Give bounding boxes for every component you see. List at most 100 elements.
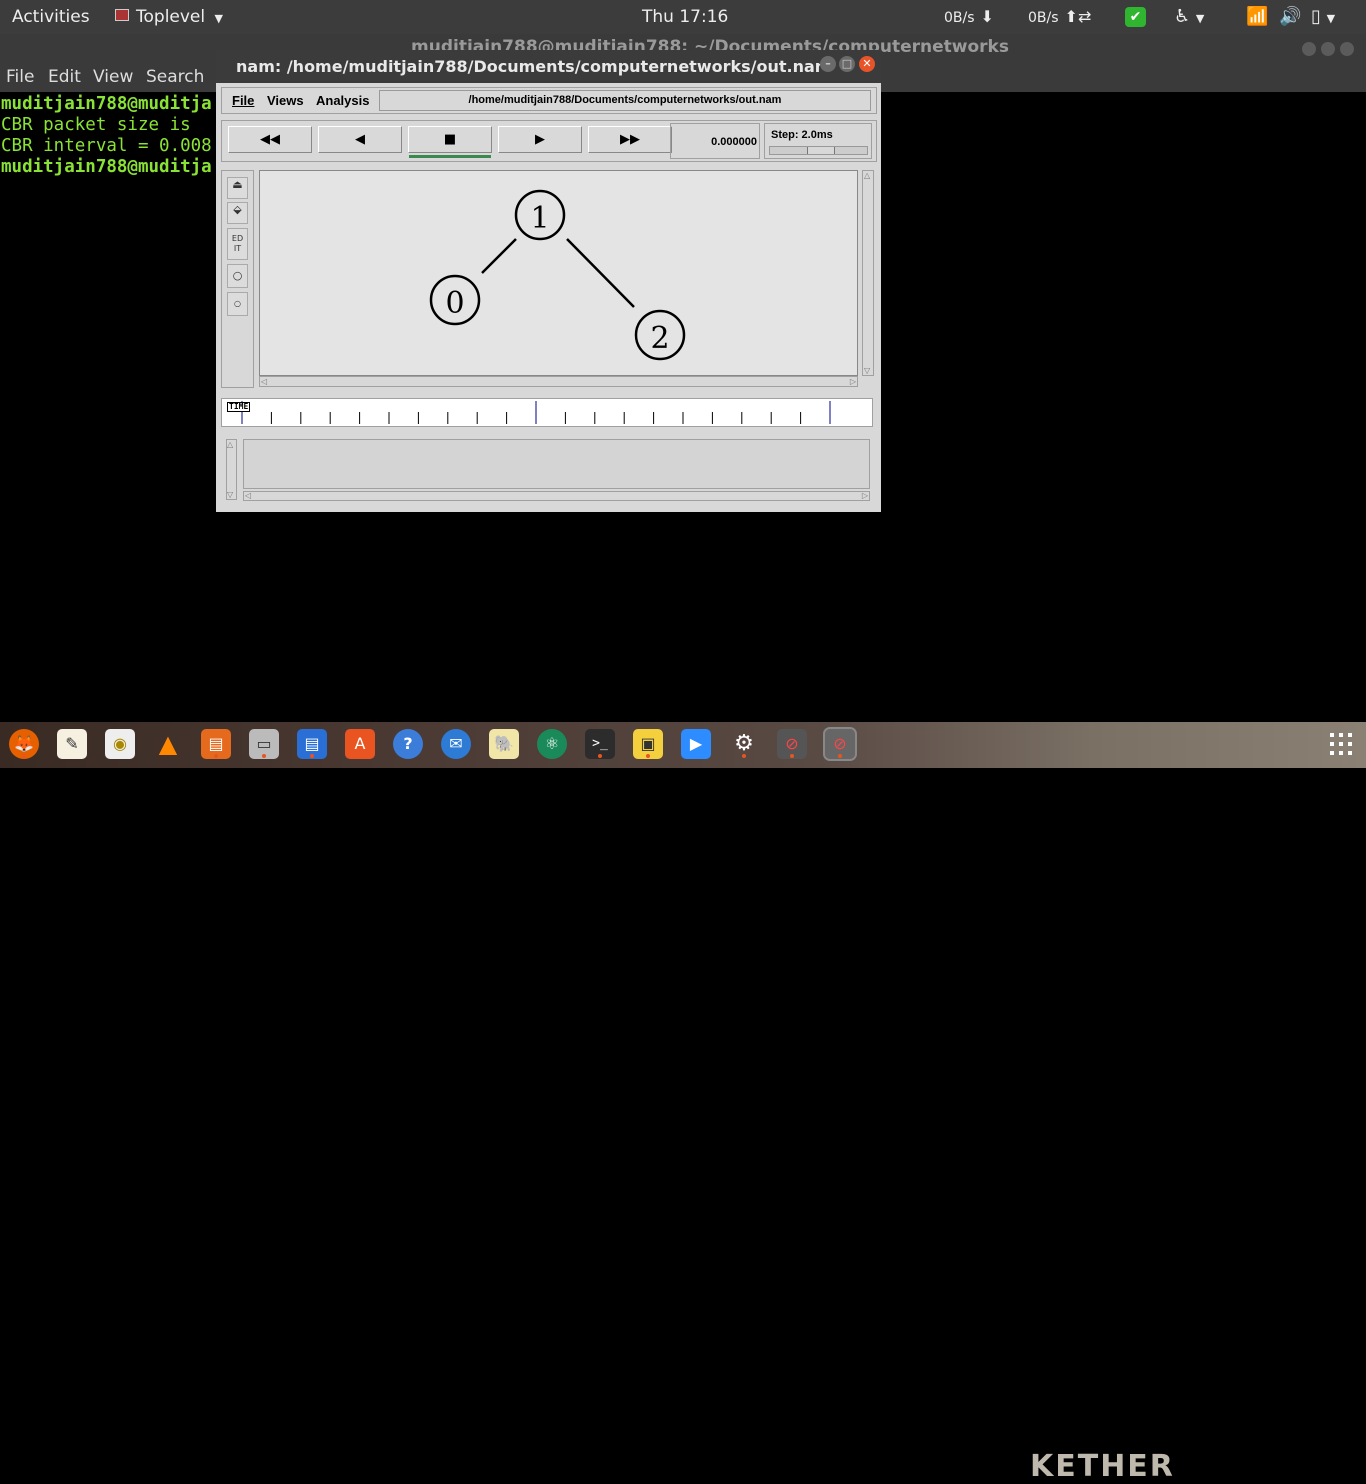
zoom-out-icon[interactable]: ⬙ [227, 202, 248, 224]
edit-button[interactable]: ED IT [227, 228, 248, 260]
timeline-slider[interactable]: TIME [221, 398, 873, 427]
terminal-window-buttons [1297, 41, 1354, 61]
clock[interactable]: Thu 17:16 [642, 0, 728, 34]
scroll-right-icon[interactable]: ▷ [850, 377, 856, 386]
menu-file-label: File [232, 93, 255, 108]
battery-icon[interactable]: ▯ ▼ [1311, 0, 1335, 34]
stop-button[interactable]: ■ [408, 126, 492, 158]
scroll-down-icon[interactable]: ▽ [227, 490, 233, 499]
node-1[interactable]: 1 [514, 189, 566, 241]
nam-title: nam: /home/muditjain788/Documents/comput… [236, 57, 821, 76]
app-menu-label: Toplevel [136, 7, 206, 27]
network-canvas[interactable]: 1 0 2 [259, 170, 858, 376]
scroll-right-icon[interactable]: ▷ [862, 491, 868, 500]
topology-graph: 1 0 2 [429, 189, 686, 361]
step-slider[interactable] [769, 146, 868, 155]
terminal-menu-view[interactable]: View [93, 67, 133, 87]
scroll-left-icon[interactable]: ◁ [261, 377, 267, 386]
net-download-value: 0B/s [944, 10, 975, 26]
terminal-line: CBR interval = 0.008 [1, 136, 212, 156]
file-path-display: /home/muditjain788/Documents/computernet… [379, 90, 871, 111]
atom-icon[interactable]: ⚛ [537, 729, 567, 759]
step-slider-thumb[interactable] [807, 147, 835, 154]
minimize-icon[interactable] [1302, 42, 1316, 56]
vlc-icon[interactable]: ▲ [153, 729, 183, 759]
menu-analysis[interactable]: Analysis [316, 93, 369, 108]
timeline-ticks [241, 401, 831, 424]
update-shield-icon[interactable]: ✔ [1125, 7, 1146, 27]
app-menu[interactable]: Toplevel ▼ [115, 0, 223, 34]
net-upload-value: 0B/s [1028, 10, 1059, 26]
node-2[interactable]: 2 [634, 309, 686, 361]
canvas-horizontal-scrollbar[interactable]: ◁ ▷ [259, 376, 858, 387]
activities-button[interactable]: Activities [12, 0, 90, 34]
image-viewer-icon[interactable]: ▣ [633, 729, 663, 759]
canvas-vertical-scrollbar[interactable]: △ ▽ [862, 170, 874, 376]
nam-window-2-icon[interactable]: ⊘ [823, 727, 857, 761]
scroll-up-icon[interactable]: △ [864, 171, 870, 180]
node-small-icon[interactable]: ○ [227, 292, 248, 316]
text-editor-icon[interactable]: ✎ [57, 729, 87, 759]
menu-views[interactable]: Views [267, 93, 304, 108]
terminal-menu-search[interactable]: Search [146, 67, 204, 87]
menu-analysis-label: Analysis [316, 93, 370, 108]
help-icon[interactable]: ? [393, 729, 423, 759]
node-0[interactable]: 0 [429, 274, 481, 326]
volume-icon[interactable]: 🔊 [1279, 0, 1301, 34]
firefox-icon[interactable]: 🦊 [9, 729, 39, 759]
maximize-icon[interactable]: □ [839, 56, 855, 72]
terminal-menu-edit[interactable]: Edit [48, 67, 81, 87]
scroll-up-icon[interactable]: △ [227, 440, 233, 449]
presentation-icon[interactable]: ▤ [201, 729, 231, 759]
bottom-panel: △ ▽ ◁ ▷ [221, 438, 873, 502]
close-icon[interactable]: ✕ [859, 56, 875, 72]
scroll-down-icon[interactable]: ▽ [864, 366, 870, 375]
node-2-label: 2 [650, 321, 669, 356]
terminal-line: muditjain788@muditja [1, 157, 212, 177]
node-1-label: 1 [530, 201, 549, 236]
maximize-icon[interactable] [1321, 42, 1335, 56]
minimize-icon[interactable]: – [820, 56, 836, 72]
nam-titlebar[interactable]: nam: /home/muditjain788/Documents/comput… [216, 50, 881, 83]
bottom-horizontal-scrollbar[interactable]: ◁ ▷ [243, 491, 870, 501]
node-0-label: 0 [445, 286, 464, 321]
thunderbird-icon[interactable]: ✉ [441, 729, 471, 759]
zoom-in-icon[interactable]: ⏏ [227, 177, 248, 199]
fast-forward-icon: ▶▶ [620, 132, 640, 147]
rhythmbox-icon[interactable]: ◉ [105, 729, 135, 759]
stop-icon: ■ [443, 132, 457, 147]
fast-forward-button[interactable]: ▶▶ [588, 126, 672, 153]
app-icon [115, 9, 129, 21]
link-1-0 [481, 238, 517, 274]
software-center-icon[interactable]: A [345, 729, 375, 759]
writer-icon[interactable]: ▤ [297, 729, 327, 759]
wifi-icon[interactable]: 📶 [1246, 0, 1268, 34]
files-icon[interactable]: ▭ [249, 729, 279, 759]
show-applications-icon[interactable] [1330, 733, 1352, 755]
annotation-pane[interactable] [243, 439, 870, 489]
play-button[interactable]: ▶ [498, 126, 582, 153]
arrow-up-icon: ⬆⇄ [1064, 7, 1092, 26]
scroll-left-icon[interactable]: ◁ [245, 491, 251, 500]
zoom-icon[interactable]: ▶ [681, 729, 711, 759]
fast-rewind-icon: ◀◀ [260, 132, 280, 147]
timeline-label: TIME [227, 402, 251, 412]
terminal-menu-file[interactable]: File [6, 67, 34, 87]
menu-views-label: Views [267, 93, 304, 108]
settings-icon[interactable]: ⚙ [729, 729, 759, 759]
rewind-button[interactable]: ◀ [318, 126, 402, 153]
fast-rewind-button[interactable]: ◀◀ [228, 126, 312, 153]
close-icon[interactable] [1340, 42, 1354, 56]
nam-window-1-icon[interactable]: ⊘ [777, 729, 807, 759]
terminal-icon[interactable]: >_ [585, 729, 615, 759]
step-panel: Step: 2.0ms [764, 123, 872, 159]
playback-controls: ◀◀ ◀ ■ ▶ ▶▶ 0.000000 Step: 2.0ms [221, 120, 877, 162]
play-backward-icon: ◀ [355, 132, 365, 147]
node-large-icon[interactable]: ○ [227, 264, 248, 288]
accessibility-icon[interactable]: ♿ ▼ [1174, 0, 1204, 34]
terminal-emulator-icon[interactable]: 🐘 [489, 729, 519, 759]
bottom-vertical-scrollbar[interactable]: △ ▽ [226, 439, 237, 500]
menu-file[interactable]: File [232, 93, 254, 108]
net-download: 0B/s ⬇ [944, 0, 994, 34]
nam-menubar: File Views Analysis /home/muditjain788/D… [221, 87, 877, 114]
